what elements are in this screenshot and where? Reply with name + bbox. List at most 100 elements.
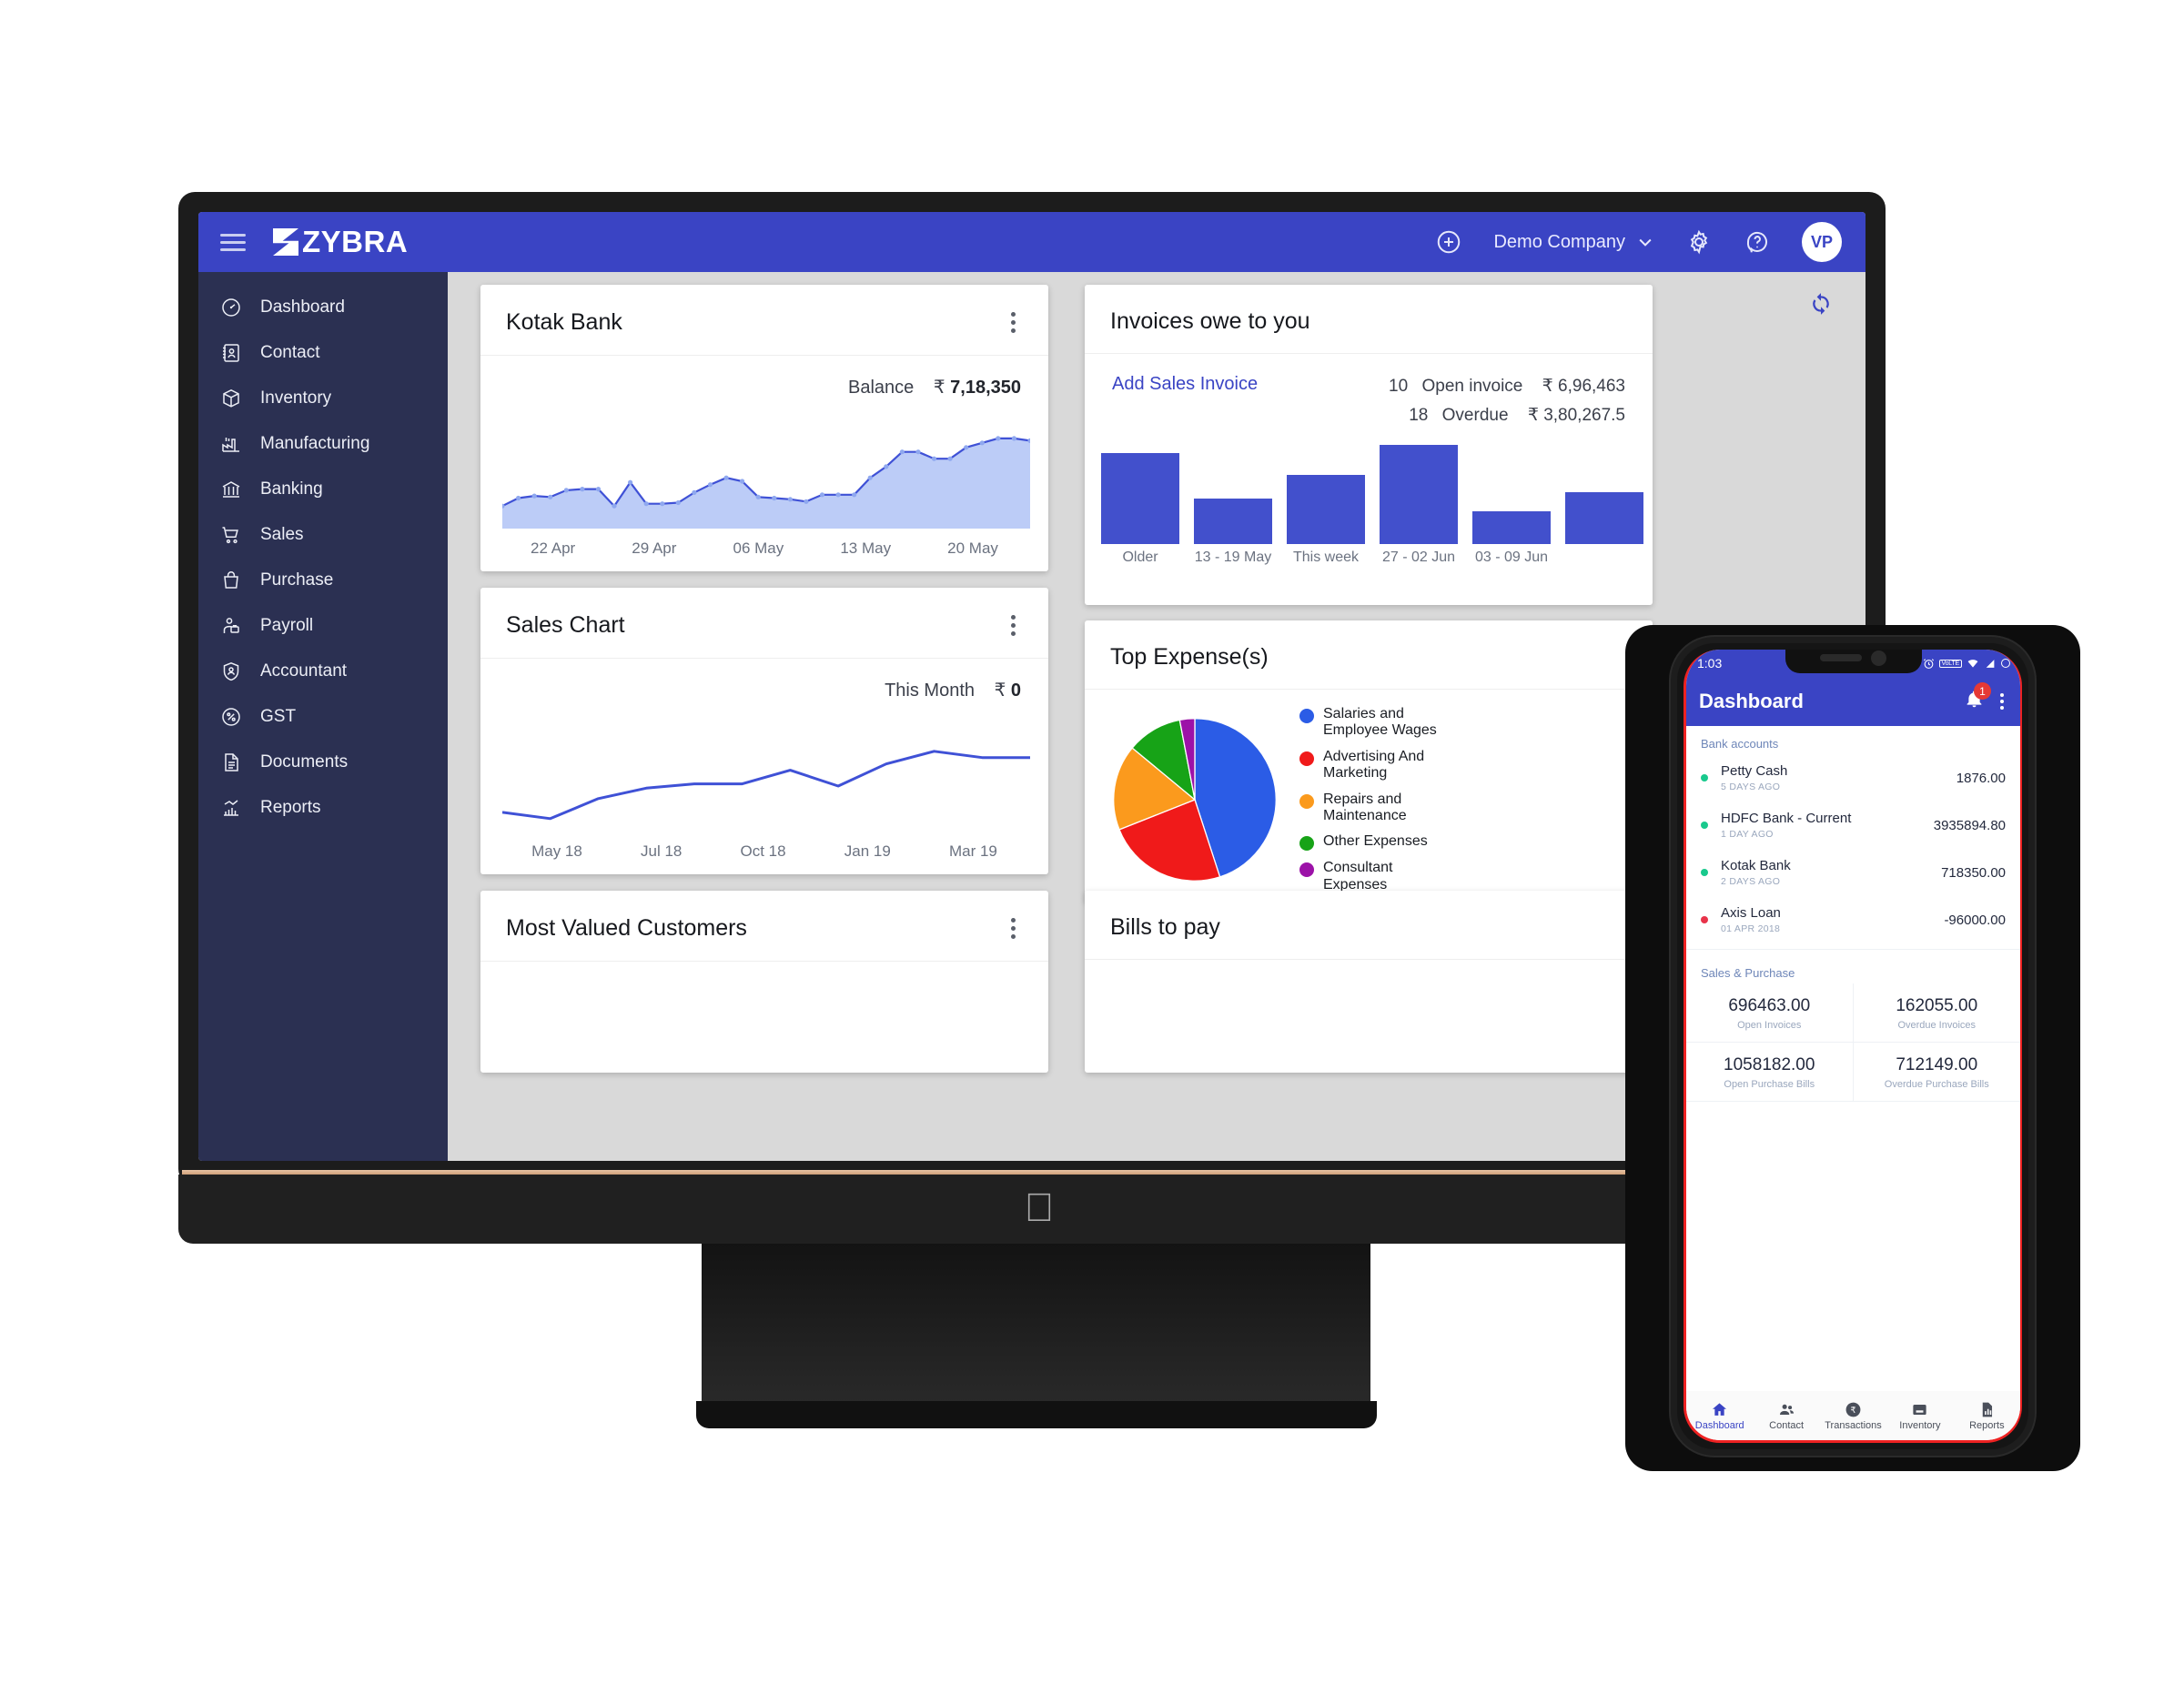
section-divider (1686, 949, 2020, 950)
currency-symbol: ₹ (994, 681, 1006, 701)
add-sales-invoice-link[interactable]: Add Sales Invoice (1112, 374, 1258, 395)
kebab-menu-icon[interactable] (1004, 611, 1023, 640)
phone-notch (1785, 650, 1922, 673)
card-title: Most Valued Customers (506, 915, 747, 941)
sales-value: 0 (1010, 681, 1021, 701)
refresh-icon[interactable] (1809, 292, 1833, 320)
screenshot-root: ZYBRA Demo Company VP Dashboard Contact … (0, 0, 2184, 1684)
kebab-menu-icon[interactable] (1004, 914, 1023, 943)
status-dot (1701, 822, 1708, 829)
status-dot (1701, 916, 1708, 923)
axis-tick: 03 - 09 Jun (1474, 550, 1549, 565)
speedometer-icon (218, 295, 244, 320)
card-bills-to-pay: Bills to pay (1085, 891, 1653, 1073)
sp-metric-cell[interactable]: 696463.00 Open Invoices (1686, 983, 1854, 1043)
app-topbar: ZYBRA Demo Company VP (198, 212, 1866, 272)
sidebar-item-accountant[interactable]: Accountant (198, 649, 448, 694)
open-invoice-count: 10 (1389, 377, 1409, 396)
sidebar-item-payroll[interactable]: Payroll (198, 603, 448, 649)
sp-metric-cell[interactable]: 1058182.00 Open Purchase Bills (1686, 1043, 1854, 1102)
sidebar-item-label: Sales (260, 525, 304, 544)
avatar[interactable]: VP (1802, 222, 1842, 262)
shield-user-icon (218, 659, 244, 684)
brand-logo: ZYBRA (273, 225, 408, 259)
bank-account-row[interactable]: Kotak Bank 2 DAYS AGO 718350.00 (1686, 849, 2020, 896)
desktop-screen: ZYBRA Demo Company VP Dashboard Contact … (198, 212, 1866, 1161)
sidebar-item-banking[interactable]: Banking (198, 467, 448, 512)
factory-icon (218, 431, 244, 457)
phone-nav-tab-inventory[interactable]: Inventory (1886, 1400, 1953, 1431)
gear-icon[interactable] (1685, 228, 1713, 256)
sp-caption: Overdue Purchase Bills (1884, 1079, 1989, 1090)
cart-icon (218, 522, 244, 548)
sidebar-item-inventory[interactable]: Inventory (198, 376, 448, 421)
hamburger-menu-icon[interactable] (220, 229, 246, 256)
sidebar-item-label: Contact (260, 343, 320, 362)
card-title: Sales Chart (506, 612, 625, 638)
open-invoice-amount: 6,96,463 (1558, 377, 1625, 396)
phone-nav-label: Transactions (1825, 1420, 1882, 1431)
bell-icon[interactable]: 1 (1965, 682, 1991, 713)
currency-symbol: ₹ (933, 378, 945, 398)
card-top-expenses: Top Expense(s) Salaries and Employee Wag… (1085, 620, 1653, 903)
plus-circle-icon[interactable] (1435, 228, 1462, 256)
period-label: This Month (885, 681, 976, 701)
phone-bottom-nav: Dashboard Contact ₹ Transactions Inventory Re… (1686, 1391, 2020, 1440)
axis-tick: 13 May (840, 539, 892, 557)
account-updated: 5 DAYS AGO (1721, 781, 1781, 792)
sidebar-item-reports[interactable]: Reports (198, 785, 448, 831)
account-updated: 01 APR 2018 (1721, 923, 1781, 934)
bank-accounts-section-label: Bank accounts (1701, 737, 1779, 751)
phone-nav-tab-contact[interactable]: Contact (1753, 1400, 1819, 1431)
sidebar-item-manufacturing[interactable]: Manufacturing (198, 421, 448, 467)
status-clock: 1:03 (1697, 656, 1723, 671)
kebab-menu-icon[interactable] (1997, 691, 2007, 711)
phone-nav-tab-reports[interactable]: Reports (1954, 1400, 2020, 1431)
sidebar-item-documents[interactable]: Documents (198, 740, 448, 785)
axis-tick: This week (1292, 550, 1360, 565)
status-dot (1701, 869, 1708, 876)
volte-icon: VoLTE (1938, 659, 1962, 668)
avatar-initials: VP (1810, 232, 1833, 251)
card-sales-chart: Sales Chart This Month ₹ 0 May 18 Jul 18… (480, 588, 1048, 874)
help-icon[interactable] (1744, 228, 1771, 256)
balance-value: 7,18,350 (950, 378, 1021, 398)
monitor-stand-neck (702, 1244, 1370, 1417)
phone-appbar: Dashboard 1 (1686, 677, 2020, 726)
sidebar-item-label: Manufacturing (260, 434, 370, 453)
axis-tick: 20 May (947, 539, 998, 557)
phone-nav-tab-dashboard[interactable]: Dashboard (1686, 1400, 1753, 1431)
axis-tick: Jul 18 (640, 842, 682, 860)
sidebar-item-gst[interactable]: GST (198, 694, 448, 740)
sidebar-item-dashboard[interactable]: Dashboard (198, 285, 448, 330)
sp-value: 696463.00 (1728, 996, 1811, 1015)
sidebar-nav: Dashboard Contact Inventory Manufacturin… (198, 272, 448, 1161)
sp-metric-cell[interactable]: 712149.00 Overdue Purchase Bills (1853, 1043, 2020, 1102)
sidebar-item-sales[interactable]: Sales (198, 512, 448, 558)
overdue-amount: 3,80,267.5 (1543, 406, 1625, 426)
kebab-menu-icon[interactable] (1004, 308, 1023, 337)
card-title: Bills to pay (1110, 914, 1220, 940)
battery-icon (2001, 659, 2010, 668)
sales-line-chart (502, 726, 1030, 833)
card-kotak-bank: Kotak Bank Balance ₹ 7,18,350 22 Apr 29 … (480, 285, 1048, 571)
phone-nav-tab-transactions[interactable]: ₹ Transactions (1820, 1400, 1886, 1431)
bar (1287, 474, 1365, 544)
bank-account-row[interactable]: Petty Cash 5 DAYS AGO 1876.00 (1686, 754, 2020, 802)
sidebar-item-contact[interactable]: Contact (198, 330, 448, 376)
document-icon (218, 750, 244, 775)
invoices-x-axis: Older 13 - 19 May This week 27 - 02 Jun 03 -… (1101, 550, 1643, 566)
box-icon (218, 386, 244, 411)
phone-appbar-actions: 1 (1965, 682, 2007, 713)
phone-status-bar: 1:03 VoLTE (1686, 650, 2020, 677)
invoice-stats: 10 Open invoice ₹ 6,96,463 18 Overdue ₹ … (1389, 372, 1625, 431)
company-selector[interactable]: Demo Company (1493, 232, 1654, 253)
card-title: Kotak Bank (506, 309, 622, 335)
bank-account-row[interactable]: Axis Loan 01 APR 2018 -96000.00 (1686, 896, 2020, 943)
sidebar-item-purchase[interactable]: Purchase (198, 558, 448, 603)
card-most-valued-customers: Most Valued Customers (480, 891, 1048, 1073)
sp-metric-cell[interactable]: 162055.00 Overdue Invoices (1853, 983, 2020, 1043)
legend-item: Consultant Expenses (1299, 860, 1460, 893)
bank-account-row[interactable]: HDFC Bank - Current 1 DAY AGO 3935894.80 (1686, 802, 2020, 849)
bag-icon (218, 568, 244, 593)
